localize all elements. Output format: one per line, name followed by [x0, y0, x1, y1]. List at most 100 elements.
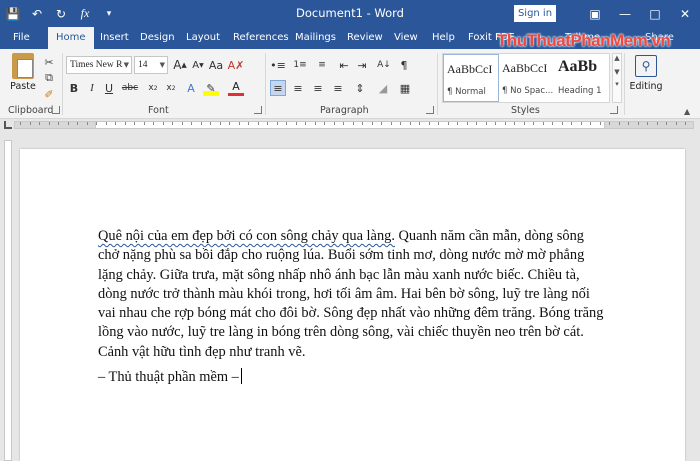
ruler-tick	[333, 122, 335, 125]
align-right-icon[interactable]: ≡	[310, 80, 326, 96]
align-left-icon[interactable]: ≡	[270, 80, 286, 96]
justify-icon[interactable]: ≡	[330, 80, 346, 96]
style-name: ¶ No Spac...	[502, 86, 554, 96]
bold-icon[interactable]: B	[66, 80, 82, 96]
clear-formatting-icon[interactable]: A✗	[228, 57, 245, 73]
ruler-tick	[476, 122, 477, 125]
increase-indent-icon[interactable]: ⇥	[354, 57, 370, 73]
save-icon[interactable]: 💾	[4, 5, 22, 23]
grow-font-icon[interactable]: A ▲	[172, 57, 188, 73]
style-heading-1[interactable]: AaBb Heading 1	[555, 54, 611, 102]
chevron-down-icon: ▼	[123, 61, 129, 69]
text-cursor	[240, 368, 242, 384]
title-bar: 💾 ↶ ↻ fx ▾ Document1 - Word Sign in ▣ — …	[0, 0, 700, 27]
style-no-spacing[interactable]: AaBbCcI ¶ No Spac...	[499, 54, 555, 102]
superscript-icon[interactable]: x2	[163, 80, 179, 96]
ruler-tick	[504, 122, 506, 125]
format-painter-icon[interactable]: ✐	[42, 87, 56, 101]
styles-launcher-icon[interactable]	[610, 106, 618, 114]
ruler-tick	[409, 122, 411, 125]
ruler-tick	[286, 122, 287, 125]
chevron-up-icon[interactable]: ▲	[613, 54, 621, 62]
cut-icon[interactable]: ✂	[42, 55, 56, 69]
ruler-tick	[67, 122, 69, 125]
ruler-tick	[590, 122, 591, 125]
shrink-font-icon[interactable]: A ▼	[190, 57, 206, 73]
more-styles-icon[interactable]: ▾	[613, 80, 621, 88]
ruler-tick	[371, 122, 373, 125]
redo-icon[interactable]: ↻	[52, 5, 70, 23]
italic-icon[interactable]: I	[84, 80, 100, 96]
tab-design[interactable]: Design	[136, 27, 179, 49]
bullets-icon[interactable]: •≡	[270, 57, 286, 73]
highlight-icon[interactable]: ✎	[203, 80, 219, 96]
styles-scroll[interactable]: ▲ ▼ ▾	[612, 53, 622, 103]
tab-insert[interactable]: Insert	[96, 27, 133, 49]
group-separator	[265, 53, 266, 115]
tab-file[interactable]: File	[9, 27, 34, 49]
style-preview: AaBbCcI	[447, 62, 493, 76]
show-marks-icon[interactable]: ¶	[396, 57, 412, 73]
vertical-ruler[interactable]	[4, 140, 12, 461]
font-name-combo[interactable]: Times New R ▼	[66, 56, 132, 74]
minimize-icon[interactable]: —	[610, 0, 640, 27]
tab-layout[interactable]: Layout	[182, 27, 224, 49]
font-size-combo[interactable]: 14 ▼	[134, 56, 168, 74]
ruler-tick	[143, 122, 145, 125]
decrease-indent-icon[interactable]: ⇤	[336, 57, 352, 73]
body-paragraph[interactable]: Quê nội của em đẹp bởi có con sông chảy …	[98, 227, 608, 362]
ruler-tick	[77, 122, 78, 125]
ribbon-display-options-icon[interactable]: ▣	[580, 0, 610, 27]
line-spacing-icon[interactable]: ⇕	[352, 80, 368, 96]
ruler-tick	[238, 122, 240, 125]
clipboard-launcher-icon[interactable]	[52, 106, 60, 114]
strikethrough-icon[interactable]: abc	[122, 80, 138, 96]
ruler-tick	[362, 122, 363, 125]
ruler-tick	[295, 122, 297, 125]
multilevel-list-icon[interactable]: ≡	[314, 57, 330, 73]
paragraph-text: Quanh năm cần mẫn, dòng sông chở nặng ph…	[98, 228, 604, 360]
maximize-icon[interactable]: □	[640, 0, 670, 27]
tab-help[interactable]: Help	[428, 27, 459, 49]
paragraph-launcher-icon[interactable]	[426, 106, 434, 114]
tab-selector-icon[interactable]	[4, 121, 12, 129]
align-center-icon[interactable]: ≡	[290, 80, 306, 96]
signature-text: – Thủ thuật phần mềm –	[98, 369, 239, 385]
style-normal[interactable]: AaBbCcI ¶ Normal	[443, 54, 499, 102]
tab-view[interactable]: View	[390, 27, 422, 49]
ruler-tick	[153, 122, 154, 125]
tab-home[interactable]: Home	[48, 27, 94, 49]
ruler-tick	[571, 122, 572, 125]
sort-icon[interactable]: A↓	[376, 57, 392, 73]
collapse-ribbon-icon[interactable]: ▲	[684, 107, 690, 116]
tab-review[interactable]: Review	[343, 27, 387, 49]
text-effects-icon[interactable]: A	[183, 80, 199, 96]
ruler-tick	[124, 122, 126, 125]
borders-icon[interactable]: ▦	[397, 80, 413, 96]
customize-toolbar-icon[interactable]: ▾	[100, 5, 118, 23]
horizontal-ruler[interactable]	[0, 119, 700, 131]
font-color-icon[interactable]: A	[228, 80, 244, 96]
paste-button[interactable]: Paste	[8, 53, 38, 92]
shading-icon[interactable]: ◢	[375, 80, 391, 96]
numbering-icon[interactable]: 1≡	[292, 57, 308, 73]
signature-line[interactable]: – Thủ thuật phần mềm –	[98, 368, 242, 387]
tab-references[interactable]: References	[229, 27, 293, 49]
paste-label: Paste	[10, 81, 36, 92]
formula-icon[interactable]: fx	[76, 5, 94, 23]
grammar-flagged-sentence: Quê nội của em đẹp bởi có con sông chảy …	[98, 228, 395, 244]
chevron-down-icon[interactable]: ▼	[613, 68, 621, 76]
clipboard-group-label: Clipboard	[8, 105, 54, 116]
subscript-icon[interactable]: x2	[145, 80, 161, 96]
editing-button[interactable]: ⚲ Editing	[628, 55, 664, 92]
copy-icon[interactable]: ⧉	[42, 71, 56, 85]
underline-icon[interactable]: U	[101, 80, 117, 96]
tab-mailings[interactable]: Mailings	[291, 27, 340, 49]
close-icon[interactable]: ✕	[670, 0, 700, 27]
ruler-tick	[96, 122, 97, 125]
undo-icon[interactable]: ↶	[28, 5, 46, 23]
ruler-tick	[257, 122, 259, 125]
change-case-icon[interactable]: Aa	[208, 57, 224, 73]
font-launcher-icon[interactable]	[254, 106, 262, 114]
sign-in-button[interactable]: Sign in	[514, 5, 556, 22]
